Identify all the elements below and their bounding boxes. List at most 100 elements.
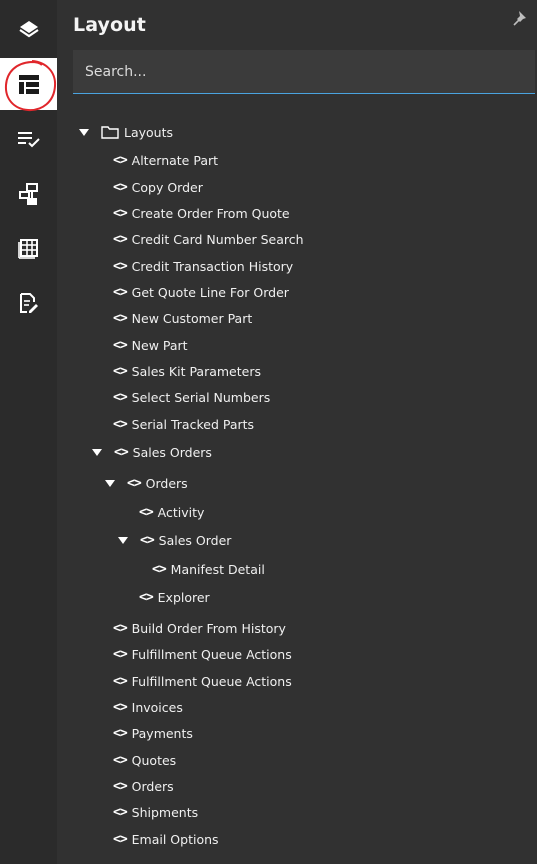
tree-label: Alternate Part (131, 152, 219, 168)
tree-label: Fulfillment Queue Actions (131, 646, 292, 662)
edit-document-icon (19, 293, 38, 313)
tree-item[interactable]: <> Fulfillment Queue Actions (113, 670, 292, 692)
tree-item[interactable]: <> Explorer (139, 586, 210, 608)
tree-item-sales-orders[interactable]: <> Sales Orders (92, 441, 212, 463)
tree-item[interactable]: <> Sales Kit Parameters (113, 360, 261, 382)
tree-label: Payments (131, 725, 193, 741)
tree-label: Manifest Detail (170, 561, 265, 577)
layers-button[interactable] (0, 3, 57, 55)
collapse-arrow-icon[interactable] (105, 478, 115, 488)
tree-label: New Customer Part (131, 310, 253, 326)
panel-title: Layout (73, 14, 146, 36)
tree-label: Copy Order (131, 179, 203, 195)
code-icon: <> (113, 416, 128, 432)
checklist-icon (17, 132, 40, 148)
tree-item[interactable]: <> Orders (113, 775, 174, 797)
layout-button[interactable] (0, 58, 57, 110)
tree-label: Quotes (131, 752, 177, 768)
tree-label: Orders (131, 778, 174, 794)
code-icon: <> (114, 444, 129, 460)
tree-item[interactable]: <> Activity (139, 501, 204, 523)
code-icon: <> (113, 620, 128, 636)
code-icon: <> (113, 205, 128, 221)
tree-item[interactable]: <> Invoices (113, 696, 183, 718)
code-icon: <> (113, 310, 128, 326)
tree-item-sales-order[interactable]: <> Sales Order (118, 529, 231, 551)
folder-icon (101, 126, 119, 139)
tree-item-orders[interactable]: <> Orders (105, 472, 188, 494)
tree-label: Shipments (131, 804, 199, 820)
grid-button[interactable] (0, 222, 57, 274)
code-icon: <> (113, 284, 128, 300)
tree-item[interactable]: <> Select Serial Numbers (113, 386, 270, 408)
tree-label: Credit Transaction History (131, 258, 294, 274)
collapse-arrow-icon[interactable] (92, 447, 102, 457)
code-icon: <> (140, 532, 155, 548)
tree-item[interactable]: <> Create Order From Quote (113, 202, 290, 224)
tree-label: Credit Card Number Search (131, 231, 304, 247)
tree-item[interactable]: <> Credit Card Number Search (113, 228, 304, 250)
tree-item[interactable]: <> Fulfillment Queue Actions (113, 643, 292, 665)
code-icon: <> (113, 179, 128, 195)
tree-item[interactable]: <> Copy Order (113, 176, 203, 198)
tree-item[interactable]: <> Credit Transaction History (113, 255, 293, 277)
code-icon: <> (113, 258, 128, 274)
code-icon: <> (113, 389, 128, 405)
tree-label: Invoices (131, 699, 183, 715)
code-icon: <> (113, 752, 128, 768)
layout-panel: Layout Layouts <>Alternate Part <>Copy O… (57, 0, 537, 864)
code-icon: <> (152, 561, 167, 577)
tree-label: Activity (157, 504, 205, 520)
layout-icon (18, 75, 39, 94)
tree-item[interactable]: <> Payments (113, 722, 193, 744)
tree-item[interactable]: <> Alternate Part (113, 149, 218, 171)
search-input[interactable] (73, 50, 535, 94)
code-icon: <> (113, 152, 128, 168)
tree-label: New Part (131, 337, 188, 353)
tree-item[interactable]: <> Quotes (113, 749, 176, 771)
tree-label: Explorer (157, 589, 210, 605)
code-icon: <> (139, 504, 154, 520)
tree-item[interactable]: <> New Part (113, 334, 188, 356)
tree-label: Select Serial Numbers (131, 389, 271, 405)
tree-label: Sales Order (158, 532, 232, 548)
code-icon: <> (113, 725, 128, 741)
tree-item[interactable]: <> Manifest Detail (152, 558, 265, 580)
tree-label: Create Order From Quote (131, 205, 290, 221)
tree-root-layouts[interactable]: Layouts (79, 121, 173, 143)
layers-icon (18, 21, 39, 38)
code-icon: <> (113, 363, 128, 379)
tree-label: Fulfillment Queue Actions (131, 673, 292, 689)
pin-icon[interactable] (513, 10, 529, 26)
tree-label: Sales Orders (132, 444, 212, 460)
collapse-arrow-icon[interactable] (118, 535, 128, 545)
collapse-arrow-icon[interactable] (79, 127, 89, 137)
checklist-button[interactable] (0, 113, 57, 165)
tree-label: Orders (145, 475, 188, 491)
hierarchy-icon (18, 183, 38, 205)
tree-label: Get Quote Line For Order (131, 284, 289, 300)
code-icon: <> (113, 673, 128, 689)
grid-icon (17, 239, 38, 259)
tree-item[interactable]: <> Shipments (113, 801, 198, 823)
code-icon: <> (113, 231, 128, 247)
tree-item[interactable]: <> Serial Tracked Parts (113, 413, 254, 435)
hierarchy-button[interactable] (0, 168, 57, 220)
code-icon: <> (113, 337, 128, 353)
tree-label: Build Order From History (131, 620, 286, 636)
tree-label: Serial Tracked Parts (131, 416, 255, 432)
code-icon: <> (127, 475, 142, 491)
edit-document-button[interactable] (0, 277, 57, 329)
tree-item[interactable]: <> New Customer Part (113, 307, 252, 329)
code-icon: <> (113, 831, 128, 847)
tree-label: Email Options (131, 831, 219, 847)
tree-label: Sales Kit Parameters (131, 363, 261, 379)
tree-item[interactable]: <> Build Order From History (113, 617, 286, 639)
code-icon: <> (113, 646, 128, 662)
tree-item[interactable]: <> Get Quote Line For Order (113, 281, 289, 303)
icon-rail (0, 0, 57, 864)
code-icon: <> (139, 589, 154, 605)
code-icon: <> (113, 804, 128, 820)
tree-item[interactable]: <> Email Options (113, 828, 219, 850)
tree-label: Layouts (124, 124, 174, 140)
